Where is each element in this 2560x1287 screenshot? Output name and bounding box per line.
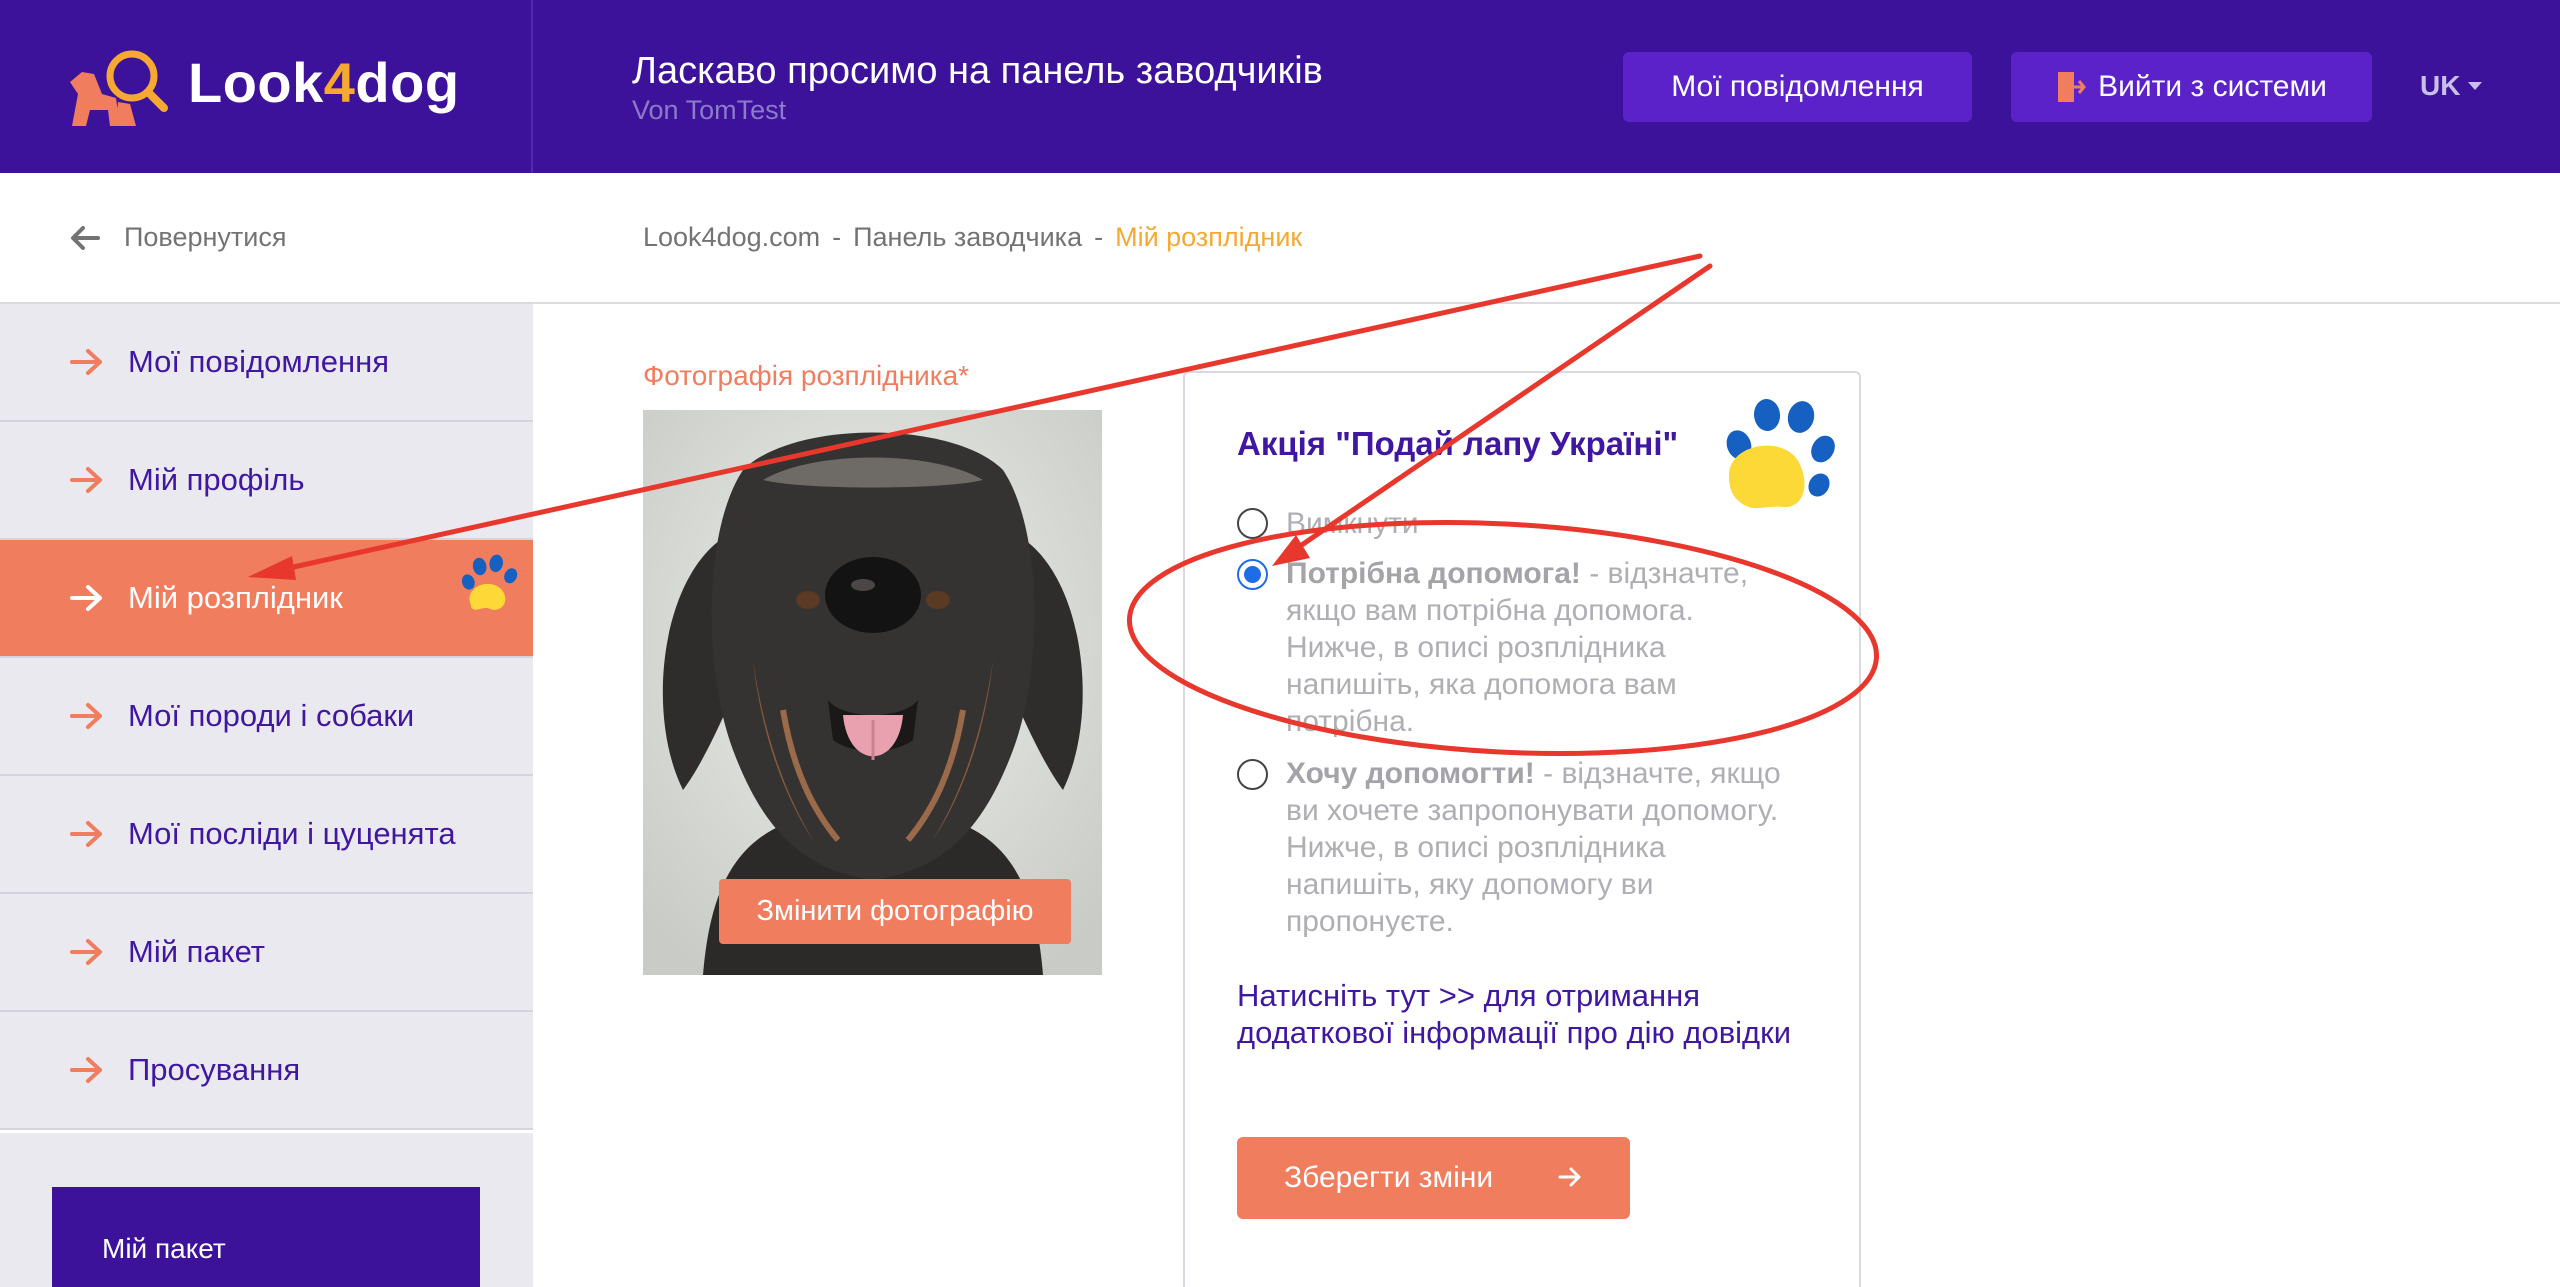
logo-text: Look4dog xyxy=(188,51,460,114)
breadcrumb-current: Мій розплідник xyxy=(1115,222,1303,252)
sidebar-item-package[interactable]: Мій пакет xyxy=(0,894,533,1012)
sidebar-item-profile[interactable]: Мій профіль xyxy=(0,422,533,540)
logout-label: Вийти з системи xyxy=(2098,70,2327,103)
arrow-right-icon xyxy=(1558,1167,1581,1187)
sidebar: Повернутися Мої повідомлення Мій профіль… xyxy=(0,173,533,1287)
campaign-option-need-help: Потрібна допомога! - відзначте, якщо вам… xyxy=(1237,555,1797,740)
sidebar-item-label: Мої повідомлення xyxy=(128,344,390,379)
sidebar-item-label: Мої породи і собаки xyxy=(128,698,415,733)
campaign-option-want-help: Хочу допомогти! - відзначте, якщо ви хоч… xyxy=(1237,755,1797,940)
option-want-help-text: Хочу допомогти! - відзначте, якщо ви хоч… xyxy=(1286,757,1781,938)
sidebar-item-label: Мій пакет xyxy=(128,934,265,969)
arrow-right-icon xyxy=(70,939,102,965)
option-need-help-text: Потрібна допомога! - відзначте, якщо вам… xyxy=(1286,557,1749,738)
breadcrumb-separator: - xyxy=(1094,222,1104,252)
change-photo-button[interactable]: Змінити фотографію xyxy=(719,879,1071,944)
sidebar-item-label: Просування xyxy=(128,1052,301,1087)
breadcrumb-dashboard[interactable]: Панель заводчика xyxy=(853,222,1082,253)
welcome-subtitle: Von TomTest xyxy=(632,95,787,125)
my-messages-button[interactable]: Мої повідомлення xyxy=(1623,52,1972,122)
welcome-title: Ласкаво просимо на панель заводчиків xyxy=(632,50,1323,92)
breadcrumb-home[interactable]: Look4dog.com xyxy=(643,222,820,253)
sidebar-menu: Мої повідомлення Мій профіль Мій розплід… xyxy=(0,304,533,1130)
logo-area[interactable]: Look4dog xyxy=(0,0,533,173)
radio-off[interactable] xyxy=(1237,508,1268,539)
radio-want-help[interactable] xyxy=(1237,759,1268,790)
arrow-right-icon xyxy=(70,349,102,375)
breadcrumb-separator: - xyxy=(832,222,842,252)
campaign-panel: Акція "Подай лапу Україні" Вимкнути Потр… xyxy=(1183,371,1861,1287)
package-card[interactable]: Мій пакет xyxy=(52,1187,480,1287)
breadcrumb: Look4dog.com - Панель заводчика - Мій ро… xyxy=(533,173,2560,304)
more-info-link[interactable]: Натисніть тут >> для отримання додатково… xyxy=(1237,977,1797,1051)
paw-icon xyxy=(461,554,518,610)
sidebar-item-messages[interactable]: Мої повідомлення xyxy=(0,304,533,422)
campaign-option-off: Вимкнути xyxy=(1237,505,1797,542)
sidebar-item-promotion[interactable]: Просування xyxy=(0,1012,533,1130)
arrow-right-icon xyxy=(70,1057,102,1083)
photo-label: Фотографія розплідника* xyxy=(643,360,970,391)
logout-button[interactable]: Вийти з системи xyxy=(2011,52,2372,122)
back-label: Повернутися xyxy=(124,222,287,252)
arrow-right-icon xyxy=(70,703,102,729)
language-label: UK xyxy=(2420,70,2461,101)
arrow-right-icon xyxy=(70,821,102,847)
option-off-label: Вимкнути xyxy=(1286,507,1419,540)
sidebar-item-breeds-dogs[interactable]: Мої породи і собаки xyxy=(0,658,533,776)
save-label: Зберегти зміни xyxy=(1284,1161,1494,1194)
chevron-down-icon xyxy=(2468,82,2483,90)
logout-icon xyxy=(2058,72,2087,102)
arrow-right-icon xyxy=(70,585,102,611)
save-changes-button[interactable]: Зберегти зміни xyxy=(1237,1137,1630,1219)
arrow-right-icon xyxy=(70,467,102,493)
dog-logo-icon xyxy=(70,50,168,126)
back-link[interactable]: Повернутися xyxy=(0,173,533,304)
sidebar-item-kennel[interactable]: Мій розплідник xyxy=(0,540,533,658)
top-header: Look4dog Ласкаво просимо на панель завод… xyxy=(0,0,2560,173)
sidebar-item-label: Мій розплідник xyxy=(128,580,343,615)
campaign-title: Акція "Подай лапу Україні" xyxy=(1237,425,1679,462)
sidebar-item-label: Мої посліди і цуценята xyxy=(128,816,456,851)
sidebar-item-litters-puppies[interactable]: Мої посліди і цуценята xyxy=(0,776,533,894)
paw-icon xyxy=(1726,399,1835,509)
sidebar-item-label: Мій профіль xyxy=(128,462,305,497)
radio-need-help[interactable] xyxy=(1237,559,1268,590)
arrow-left-icon xyxy=(71,225,100,250)
language-select[interactable]: UK xyxy=(2420,70,2483,102)
